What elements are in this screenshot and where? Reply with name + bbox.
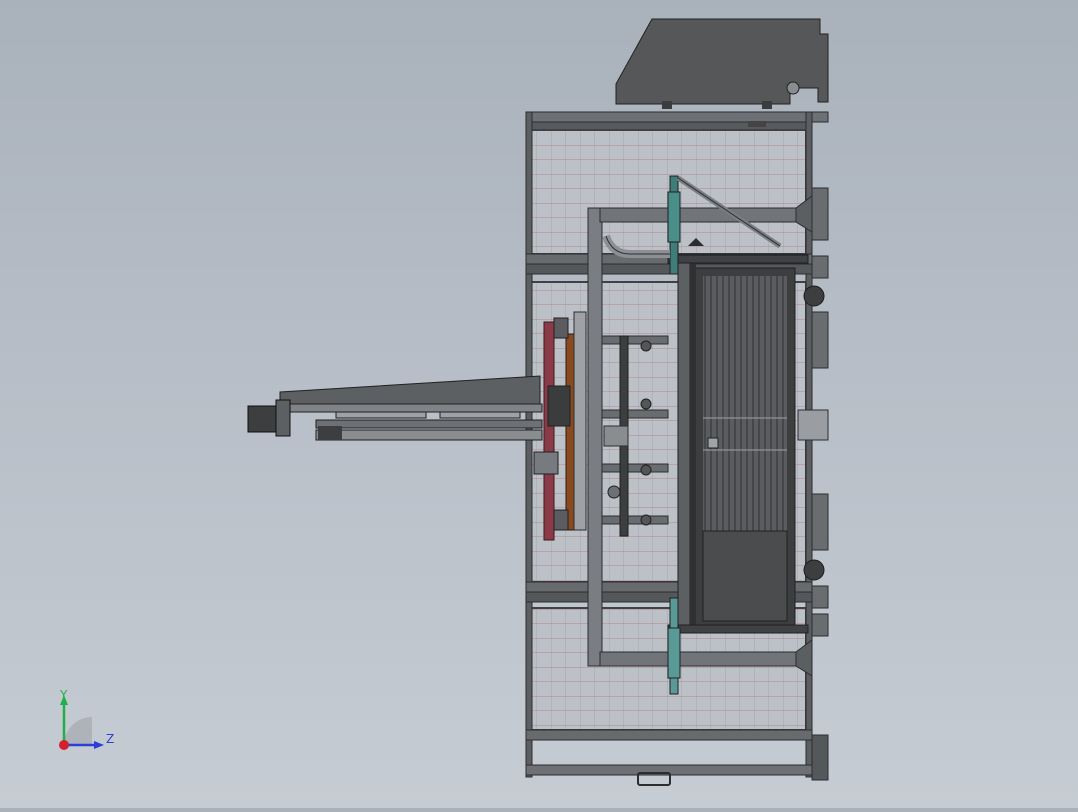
teal-cylinder-bottom xyxy=(667,597,681,695)
frame-bottom-rail xyxy=(525,729,829,786)
x-axis-origin xyxy=(59,740,69,750)
frame-top-rail xyxy=(525,111,829,131)
slatted-collector-panel xyxy=(694,267,796,631)
top-hopper-guard xyxy=(615,18,829,109)
coordinate-triad: Y Z xyxy=(59,688,114,750)
side-conveyor-arm xyxy=(279,375,543,441)
drive-motor xyxy=(247,399,291,437)
z-axis-label: Z xyxy=(106,732,114,746)
machine-assembly-model[interactable]: Y Z xyxy=(0,0,1078,808)
teal-cylinder-top xyxy=(667,175,681,275)
cad-viewport[interactable]: Y Z xyxy=(0,0,1078,808)
y-axis-label: Y xyxy=(59,688,68,702)
